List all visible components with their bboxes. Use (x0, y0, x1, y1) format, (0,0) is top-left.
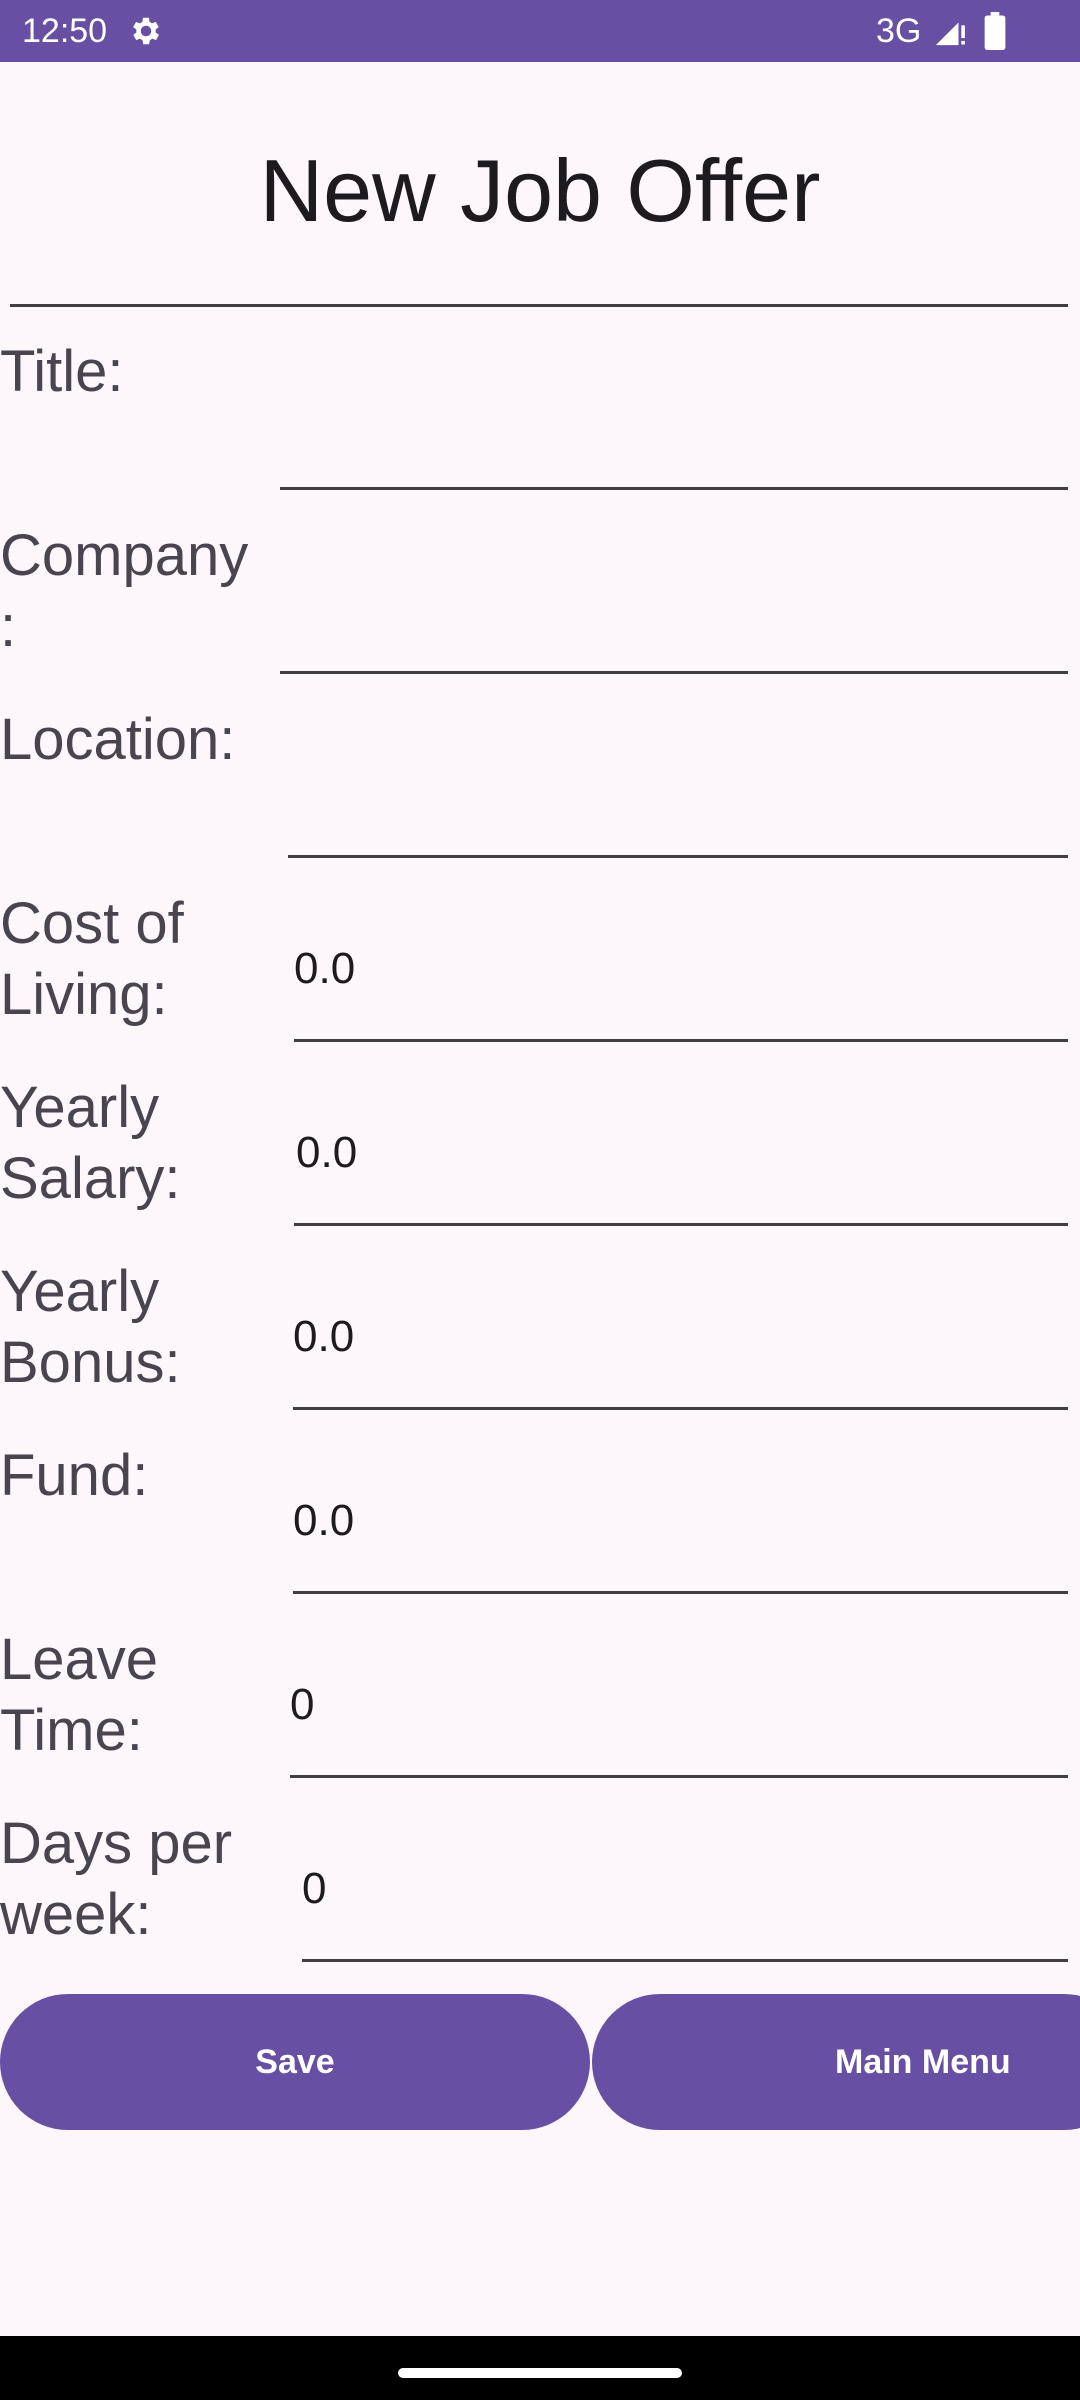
signal-icon (935, 22, 965, 46)
leave-time-label: Leave Time: (0, 1627, 159, 1763)
title-input[interactable] (280, 380, 1068, 490)
company-input[interactable] (280, 560, 1068, 670)
fund-underline (293, 1591, 1068, 1594)
save-button[interactable]: Save (0, 1994, 590, 2130)
yearly-bonus-value: 0.0 (293, 1312, 355, 1361)
days-per-week-underline (302, 1959, 1068, 1962)
main-menu-button-label: Main Menu (835, 2042, 1011, 2081)
cost-of-living-label: Cost of Living: (0, 891, 184, 1027)
company-label: Company : (0, 523, 249, 659)
yearly-bonus-input[interactable]: 0.0 (293, 1288, 1068, 1406)
page-title: New Job Offer (259, 141, 821, 240)
title-label: Title: (0, 339, 124, 404)
yearly-bonus-label: Yearly Bonus: (0, 1259, 181, 1395)
days-per-week-label: Days per week: (0, 1811, 233, 1947)
save-button-label: Save (255, 2042, 335, 2081)
title-divider (10, 304, 1068, 307)
days-per-week-input[interactable]: 0 (302, 1840, 1068, 1958)
leave-time-underline (290, 1775, 1068, 1778)
leave-time-value: 0 (290, 1680, 315, 1729)
main-menu-button[interactable]: Main Menu (592, 1994, 1080, 2130)
yearly-salary-underline (294, 1223, 1068, 1226)
company-underline (280, 671, 1068, 674)
days-per-week-value: 0 (302, 1864, 327, 1913)
location-input[interactable] (288, 744, 1068, 854)
fund-value: 0.0 (293, 1496, 355, 1545)
network-type: 3G (876, 12, 922, 50)
cost-of-living-value: 0.0 (294, 944, 356, 993)
cost-of-living-underline (294, 1039, 1068, 1042)
fund-input[interactable]: 0.0 (293, 1472, 1068, 1590)
cost-of-living-input[interactable]: 0.0 (294, 920, 1068, 1038)
yearly-salary-label: Yearly Salary: (0, 1075, 181, 1211)
leave-time-input[interactable]: 0 (290, 1656, 1068, 1774)
yearly-salary-value: 0.0 (296, 1128, 358, 1177)
battery-icon (984, 12, 1006, 50)
location-label: Location: (0, 707, 236, 772)
home-gesture-handle[interactable] (398, 2368, 682, 2378)
status-time: 12:50 (22, 12, 108, 50)
location-underline (288, 855, 1068, 858)
gear-icon (133, 17, 160, 45)
status-bar: 12:50 3G (0, 0, 1080, 62)
yearly-salary-input[interactable]: 0.0 (294, 1104, 1068, 1222)
title-underline (280, 487, 1068, 490)
yearly-bonus-underline (293, 1407, 1068, 1410)
fund-label: Fund: (0, 1443, 149, 1508)
